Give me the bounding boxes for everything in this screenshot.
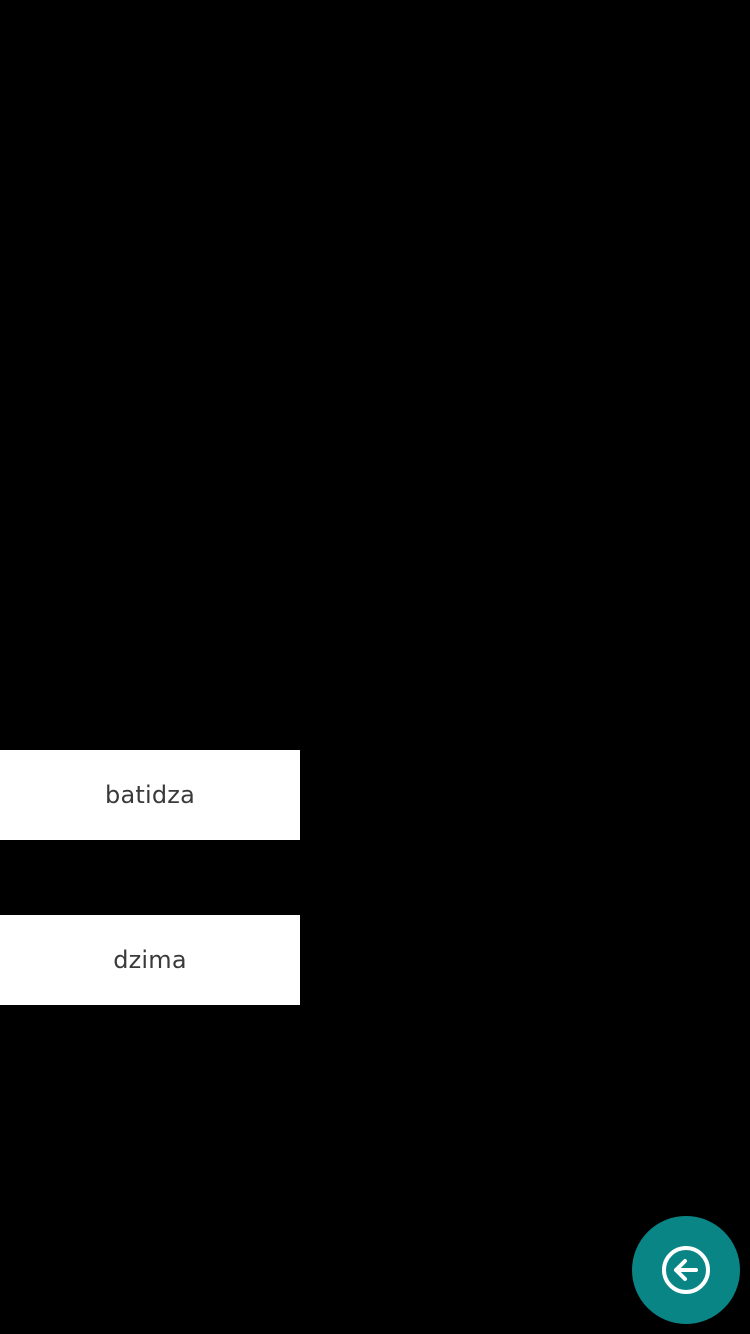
back-button[interactable] — [632, 1216, 740, 1324]
option-label: batidza — [105, 781, 195, 809]
back-arrow-circle-icon — [660, 1244, 712, 1296]
option-label: dzima — [113, 946, 187, 974]
option-button-batidza[interactable]: batidza — [0, 750, 300, 840]
option-button-dzima[interactable]: dzima — [0, 915, 300, 1005]
screen: batidza dzima — [0, 0, 750, 1334]
